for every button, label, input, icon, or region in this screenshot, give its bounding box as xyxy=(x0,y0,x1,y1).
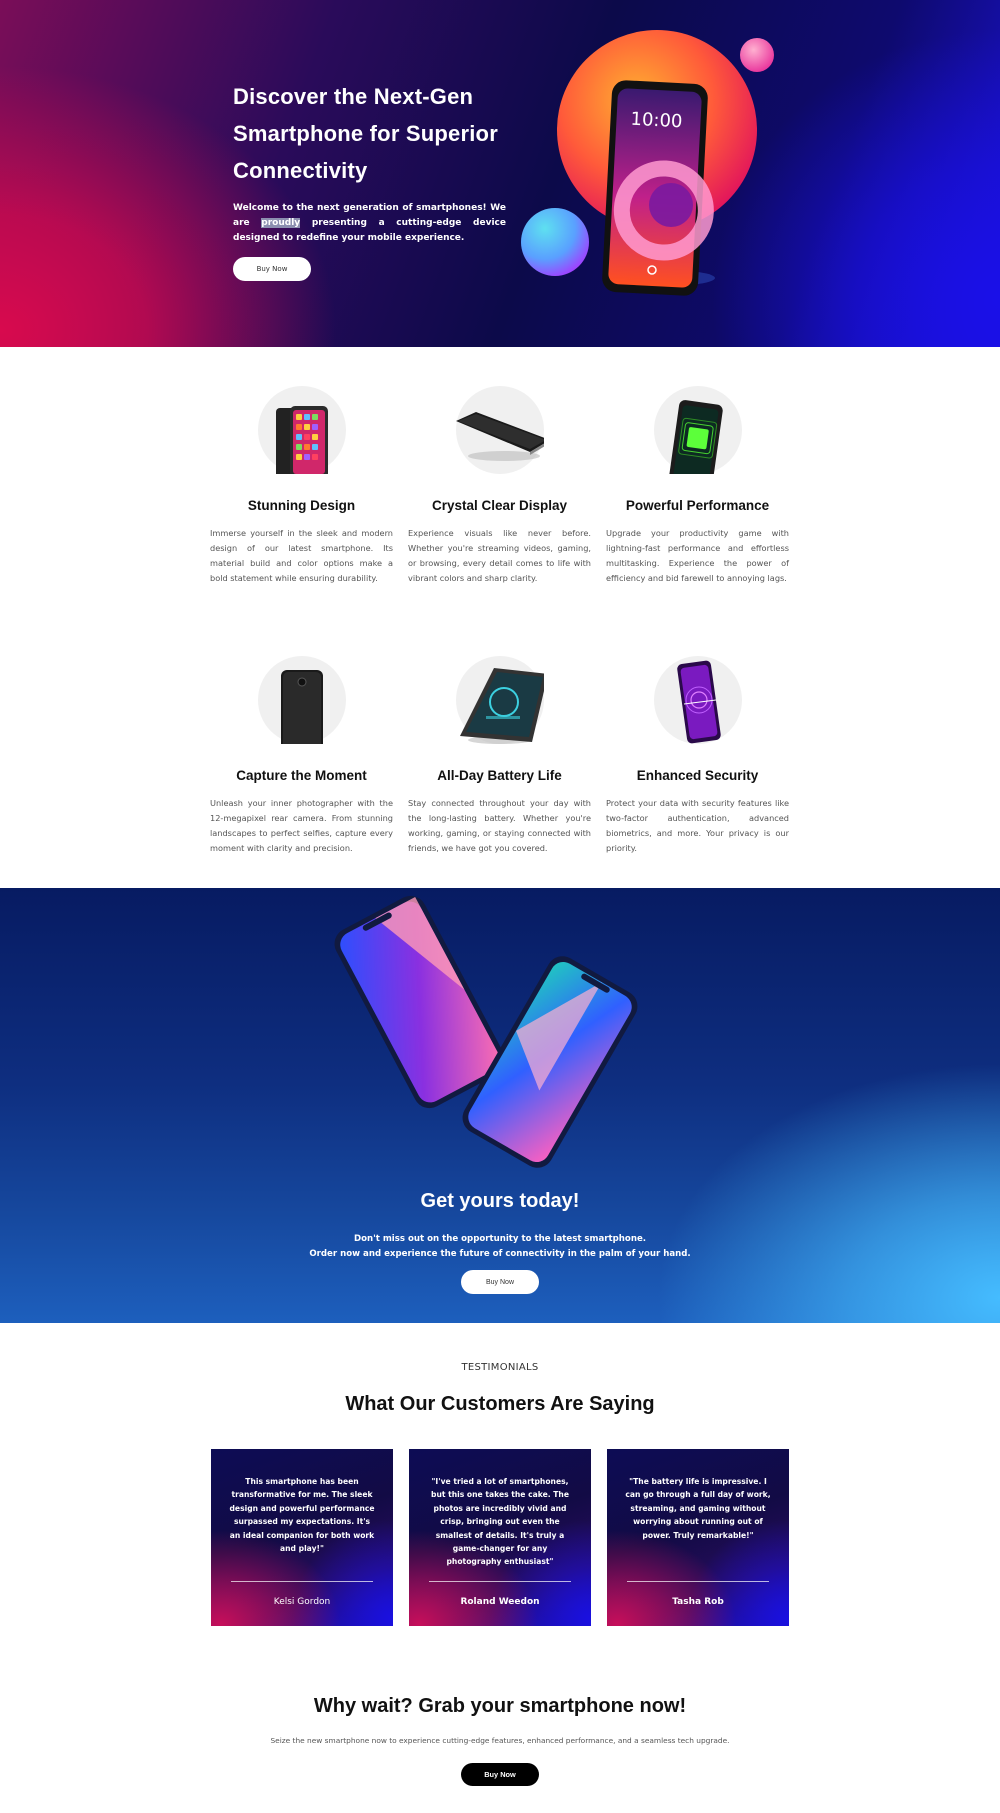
hero-buy-now-button[interactable]: Buy Now xyxy=(233,257,311,281)
testimonial-divider xyxy=(429,1581,571,1582)
testimonials-title: What Our Customers Are Saying xyxy=(345,1393,655,1415)
feature-description: Experience visuals like never before. Wh… xyxy=(408,528,591,583)
feature-description: Stay connected throughout your day with … xyxy=(408,798,591,853)
cta-title: Get yours today! xyxy=(420,1190,580,1212)
chip-performance-phone-icon xyxy=(668,400,723,474)
hero-section: Discover the Next-Gen Smartphone for Sup… xyxy=(0,0,1000,347)
feature-image xyxy=(653,656,742,744)
fingerprint-security-phone-icon xyxy=(676,660,721,744)
final-cta-section: Why wait? Grab your smartphone now! Seiz… xyxy=(0,1623,1000,1813)
feature-description: Immerse yourself in the sleek and modern… xyxy=(210,528,393,583)
battery-phone-icon xyxy=(459,668,544,744)
testimonial-quote: "The battery life is impressive. I can g… xyxy=(625,1477,771,1540)
testimonial-divider xyxy=(231,1581,373,1582)
camera-phone-back-icon xyxy=(280,670,323,744)
feature-card: Crystal Clear Display Experience visuals… xyxy=(408,386,591,586)
stunning-design-phone-icon xyxy=(275,406,328,474)
feature-card: Stunning Design Immerse yourself in the … xyxy=(210,386,393,586)
feature-image xyxy=(257,386,346,474)
feature-title: Enhanced Security xyxy=(636,768,759,783)
feature-image xyxy=(455,656,544,744)
feature-card: Capture the Moment Unleash your inner ph… xyxy=(210,656,393,856)
testimonial-divider xyxy=(627,1581,769,1582)
hero-title: Discover the Next-Gen Smartphone for Sup… xyxy=(233,84,498,183)
feature-title: Stunning Design xyxy=(247,498,356,513)
feature-description: Upgrade your productivity game with ligh… xyxy=(606,528,789,583)
testimonial-card: "The battery life is impressive. I can g… xyxy=(607,1449,789,1626)
hero-description: Welcome to the next generation of smartp… xyxy=(233,201,506,246)
testimonial-author: Tasha Rob xyxy=(672,1597,724,1607)
cta-buy-now-button[interactable]: Buy Now xyxy=(461,1270,539,1294)
cta-section: Get yours today! Don't miss out on the o… xyxy=(0,888,1000,1323)
hero-phone-illustration: 10:00 xyxy=(521,30,774,296)
feature-image xyxy=(653,386,742,474)
cta-phones-illustration xyxy=(334,895,638,1168)
hero-text: Discover the Next-Gen Smartphone for Sup… xyxy=(233,78,506,281)
crystal-display-phone-icon xyxy=(455,412,544,461)
final-cta-title: Why wait? Grab your smartphone now! xyxy=(313,1695,687,1717)
feature-description: Protect your data with security features… xyxy=(606,798,789,853)
testimonial-card: "I've tried a lot of smartphones, but th… xyxy=(409,1449,591,1626)
testimonial-author: Roland Weedon xyxy=(460,1597,540,1607)
feature-card: Enhanced Security Protect your data with… xyxy=(606,656,789,856)
testimonial-card: This smartphone has been transformative … xyxy=(211,1449,393,1626)
feature-title: Powerful Performance xyxy=(625,498,770,513)
feature-title: All-Day Battery Life xyxy=(437,768,562,783)
feature-title: Crystal Clear Display xyxy=(431,498,568,513)
final-cta-subtitle: Seize the new smartphone now to experien… xyxy=(270,1736,730,1745)
feature-description: Unleash your inner photographer with the… xyxy=(210,798,393,853)
testimonial-quote: This smartphone has been transformative … xyxy=(229,1477,375,1554)
testimonial-author: Kelsi Gordon xyxy=(273,1597,331,1607)
features-section: Stunning Design Immerse yourself in the … xyxy=(0,347,1000,888)
cta-subtitle: Don't miss out on the opportunity to the… xyxy=(0,1232,1000,1262)
hero-description-highlight: proudly xyxy=(261,218,301,228)
testimonials-section: TESTIMONIALS What Our Customers Are Sayi… xyxy=(0,1323,1000,1626)
feature-image xyxy=(455,386,544,474)
cta-subtitle-line: Order now and experience the future of c… xyxy=(309,1249,691,1259)
testimonials-kicker: TESTIMONIALS xyxy=(461,1362,539,1373)
cta-subtitle-line: Don't miss out on the opportunity to the… xyxy=(353,1234,647,1244)
feature-image xyxy=(257,656,346,744)
hero-phone-time: 10:00 xyxy=(630,109,683,133)
feature-card: Powerful Performance Upgrade your produc… xyxy=(606,386,789,586)
feature-card: All-Day Battery Life Stay connected thro… xyxy=(408,656,591,856)
final-buy-now-button[interactable]: Buy Now xyxy=(461,1763,539,1786)
testimonial-quote: "I've tried a lot of smartphones, but th… xyxy=(431,1477,569,1567)
feature-title: Capture the Moment xyxy=(236,768,367,783)
